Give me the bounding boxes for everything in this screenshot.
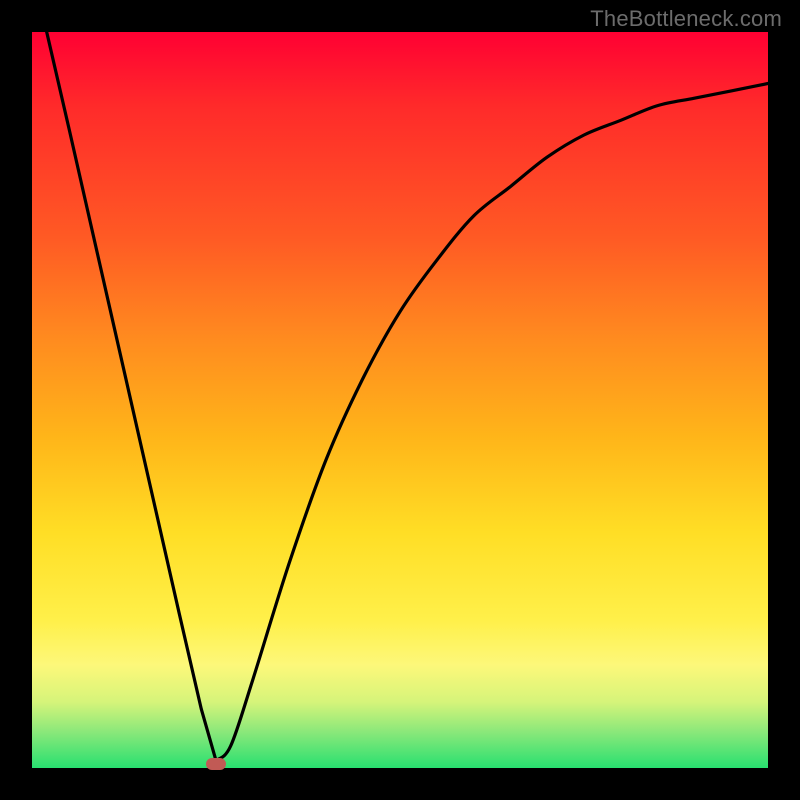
chart-frame: TheBottleneck.com xyxy=(0,0,800,800)
watermark-text: TheBottleneck.com xyxy=(590,6,782,32)
plot-area xyxy=(32,32,768,768)
optimal-marker xyxy=(206,758,226,770)
bottleneck-curve xyxy=(32,32,768,768)
